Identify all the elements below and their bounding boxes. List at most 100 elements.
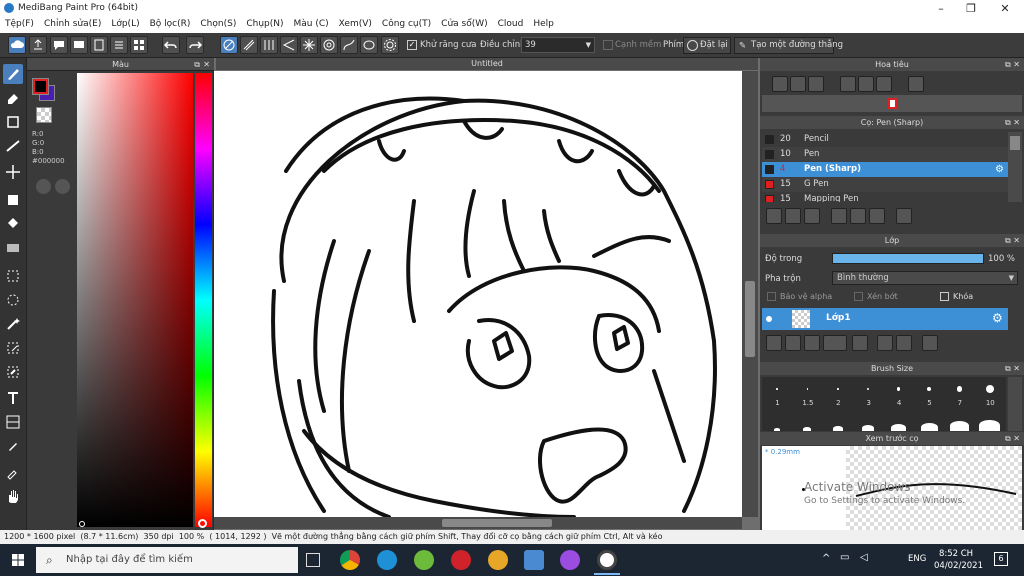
rotate-right-icon[interactable] <box>876 76 892 92</box>
clipping-checkbox[interactable] <box>854 292 863 301</box>
canvas-tab[interactable]: Untitled <box>216 58 758 70</box>
menu-file[interactable]: Tệp(F) <box>0 17 39 31</box>
line-tool-icon[interactable] <box>3 136 23 156</box>
menu-view[interactable]: Xem(V) <box>334 17 377 31</box>
brush-item[interactable]: 4 Pen (Sharp) ⚙ <box>762 162 1008 177</box>
menu-window[interactable]: Cửa sổ(W) <box>436 17 492 31</box>
correction-select[interactable]: 39 ▼ <box>521 37 595 53</box>
layer-duplicate-icon[interactable] <box>877 335 893 351</box>
rotate-left-icon[interactable] <box>840 76 856 92</box>
brush-item[interactable]: 20 Pencil <box>762 132 1008 147</box>
brush-new-icon[interactable] <box>785 208 801 224</box>
brush-copy-icon[interactable] <box>804 208 820 224</box>
brush-size-cell[interactable]: 1 <box>763 379 792 431</box>
layer-row[interactable]: Lớp1 ⚙ <box>762 308 1008 330</box>
brush-size-cell[interactable]: 2 <box>824 379 853 431</box>
brush-delete-icon[interactable] <box>896 208 912 224</box>
antialias-checkbox[interactable]: ✓ <box>407 40 417 50</box>
protect-alpha-checkbox[interactable] <box>767 292 776 301</box>
flip-icon[interactable] <box>908 76 924 92</box>
hue-slider[interactable] <box>195 73 212 527</box>
select-rect-icon[interactable] <box>3 266 23 286</box>
brush-scrollbar[interactable] <box>1008 132 1022 202</box>
clock[interactable]: 8:52 CH 04/02/2021 <box>934 548 983 572</box>
layer-8bit-icon[interactable] <box>804 335 820 351</box>
brush-size-cell[interactable]: 1.5 <box>793 379 822 431</box>
layer-merge-icon[interactable] <box>896 335 912 351</box>
layer-folder-icon[interactable] <box>852 335 868 351</box>
panel-tool-icon[interactable] <box>3 412 23 432</box>
soft-edge-checkbox[interactable] <box>603 40 613 50</box>
menu-cloud[interactable]: Cloud <box>493 17 529 31</box>
menu-tools[interactable]: Công cụ(T) <box>377 17 436 31</box>
saturation-value-picker[interactable] <box>77 73 193 527</box>
brush-item[interactable]: 15 G Pen <box>762 177 1008 192</box>
select-eraser-icon[interactable] <box>3 362 23 382</box>
close-icon[interactable]: ✕ <box>203 58 210 71</box>
eyedropper-icon[interactable] <box>3 462 23 482</box>
layer-delete-icon[interactable] <box>922 335 938 351</box>
list-icon[interactable] <box>110 36 128 54</box>
vertical-scroll-thumb[interactable] <box>745 281 755 357</box>
layer-halftone-icon[interactable] <box>785 335 801 351</box>
redo-icon[interactable] <box>186 36 204 54</box>
app-green-icon[interactable] <box>414 550 434 570</box>
brush-scroll-thumb[interactable] <box>1010 136 1020 150</box>
medibang-taskbar-icon[interactable] <box>597 550 617 570</box>
reset-button[interactable]: Đặt lại <box>683 37 731 54</box>
close-icon[interactable]: ⧉ ✕ <box>1005 432 1020 445</box>
fill-rect-tool-icon[interactable] <box>3 190 23 210</box>
fit-screen-icon[interactable] <box>858 76 874 92</box>
dropper-tool-icon[interactable] <box>3 436 23 456</box>
bucket-tool-icon[interactable] <box>3 214 23 234</box>
transparent-swatch[interactable] <box>36 107 52 123</box>
visibility-eye-icon[interactable] <box>766 316 772 322</box>
magic-wand-icon[interactable] <box>3 314 23 334</box>
brush-size-cell[interactable]: 3 <box>854 379 883 431</box>
blend-mode-select[interactable]: Bình thường ▼ <box>832 271 1018 285</box>
menu-layer[interactable]: Lớp(L) <box>106 17 144 31</box>
text-tool-icon[interactable] <box>3 388 23 408</box>
vanish-snap-icon[interactable] <box>280 36 298 54</box>
brush-item[interactable]: 10 Pen <box>762 147 1008 162</box>
close-button[interactable]: ✕ <box>990 1 1020 16</box>
brush-page-icon[interactable] <box>831 208 847 224</box>
menu-help[interactable]: Help <box>528 17 559 31</box>
undo-icon[interactable] <box>162 36 180 54</box>
maximize-button[interactable]: ❐ <box>956 1 986 16</box>
close-icon[interactable]: ⧉ ✕ <box>1005 362 1020 375</box>
comment-icon[interactable] <box>50 36 68 54</box>
close-icon[interactable]: ⧉ ✕ <box>1005 234 1020 247</box>
horizontal-scrollbar[interactable] <box>214 517 742 529</box>
picker-cursor[interactable] <box>79 521 85 527</box>
move-tool-icon[interactable] <box>3 162 23 182</box>
parallel-snap-icon[interactable] <box>240 36 258 54</box>
close-icon[interactable]: ⧉ ✕ <box>1005 58 1020 71</box>
ellipse-snap-icon[interactable] <box>360 36 378 54</box>
layer-add-menu-icon[interactable] <box>823 335 847 351</box>
brush-size-cell[interactable]: 10 <box>976 379 1005 431</box>
brush-size-cell[interactable]: 4 <box>885 379 914 431</box>
app-blue-icon[interactable] <box>524 550 544 570</box>
edge-icon[interactable] <box>377 550 397 570</box>
menu-edit[interactable]: Chỉnh sửa(E) <box>39 17 106 31</box>
cross-snap-icon[interactable] <box>260 36 278 54</box>
layer-settings-icon[interactable]: ⚙ <box>992 311 1003 325</box>
navigator-viewport[interactable] <box>888 98 897 109</box>
close-icon[interactable]: ⧉ ✕ <box>1005 116 1020 129</box>
eraser-tool-icon[interactable] <box>3 88 23 108</box>
brush-duplicate-icon[interactable] <box>869 208 885 224</box>
cloud-icon[interactable] <box>8 36 26 54</box>
chat-icon[interactable] <box>70 36 88 54</box>
hue-cursor[interactable] <box>198 519 207 528</box>
snap-off-icon[interactable] <box>220 36 238 54</box>
navigator-preview[interactable] <box>762 95 1022 112</box>
menu-capture[interactable]: Chụp(N) <box>241 17 288 31</box>
opacity-slider[interactable] <box>832 253 984 264</box>
settings-icon[interactable] <box>381 36 399 54</box>
menu-select[interactable]: Chọn(S) <box>195 17 241 31</box>
brush-add-icon[interactable] <box>766 208 782 224</box>
vertical-scrollbar[interactable] <box>742 71 758 517</box>
zoom-fit-icon[interactable] <box>790 76 806 92</box>
drawing-canvas[interactable] <box>214 71 742 517</box>
